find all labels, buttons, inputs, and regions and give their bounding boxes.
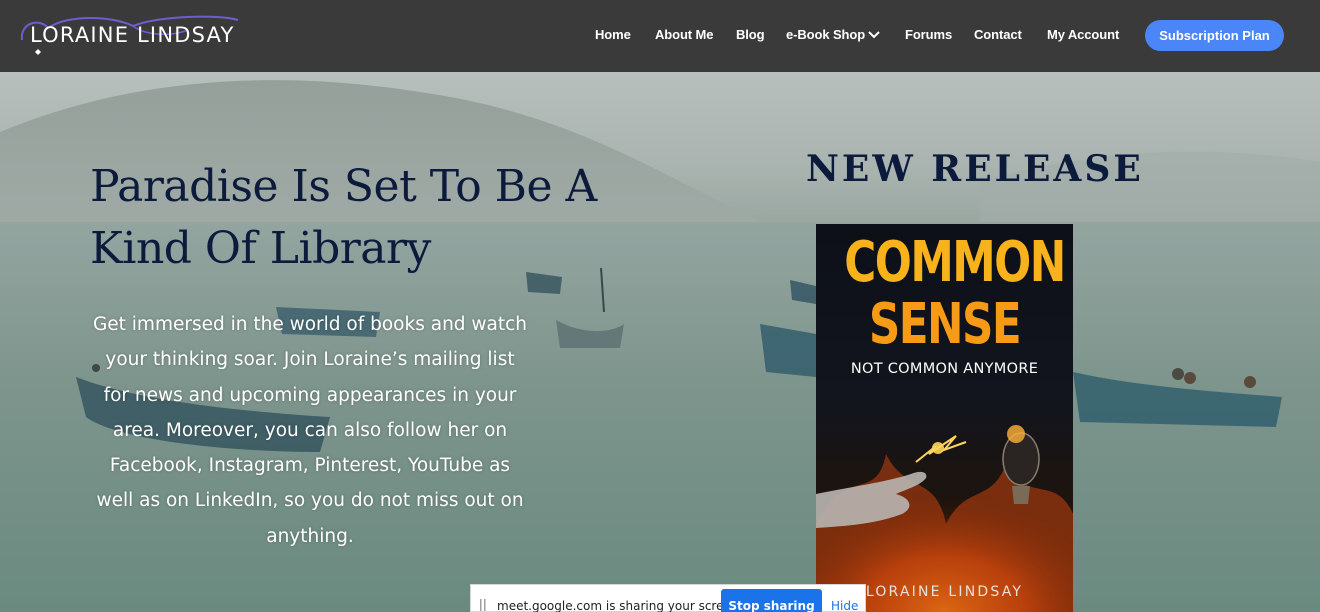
screen-share-bar: meet.google.com is sharing your screen. … [470,584,866,612]
nav-blog[interactable]: Blog [736,27,765,42]
stop-sharing-button[interactable]: Stop sharing [721,589,822,612]
nav-home[interactable]: Home [595,27,631,42]
nav-contact[interactable]: Contact [974,27,1022,42]
chevron-down-icon[interactable] [868,31,880,39]
book-title-line2: SENSE [868,292,1022,357]
nav-ebook-shop[interactable]: e-Book Shop [786,27,865,42]
hide-button[interactable]: Hide [831,599,858,612]
drag-handle-icon[interactable] [480,599,486,611]
new-release-heading: NEW RELEASE [806,148,1144,190]
nav-about-me[interactable]: About Me [655,27,714,42]
hero-section: Paradise Is Set To Be A Kind Of Library … [0,72,1320,612]
book-cover[interactable]: COMMON SENSE NOT COMMON ANYMORE LORAINE … [816,224,1073,612]
book-title-line1: COMMON [844,230,1066,295]
nav-my-account[interactable]: My Account [1047,27,1119,42]
hero-description: Get immersed in the world of books and w… [92,314,528,547]
site-header: LORAINE LINDSAY Home About Me Blog e-Boo… [0,0,1320,72]
subscription-plan-button[interactable]: Subscription Plan [1145,20,1284,51]
book-subtitle: NOT COMMON ANYMORE [850,361,1039,377]
site-logo[interactable]: LORAINE LINDSAY [18,12,243,58]
nav-forums[interactable]: Forums [905,27,952,42]
share-message: meet.google.com is sharing your screen. [497,599,743,612]
logo-text: LORAINE LINDSAY [30,23,235,47]
hero-title: Paradise Is Set To Be A Kind Of Library [90,161,597,274]
